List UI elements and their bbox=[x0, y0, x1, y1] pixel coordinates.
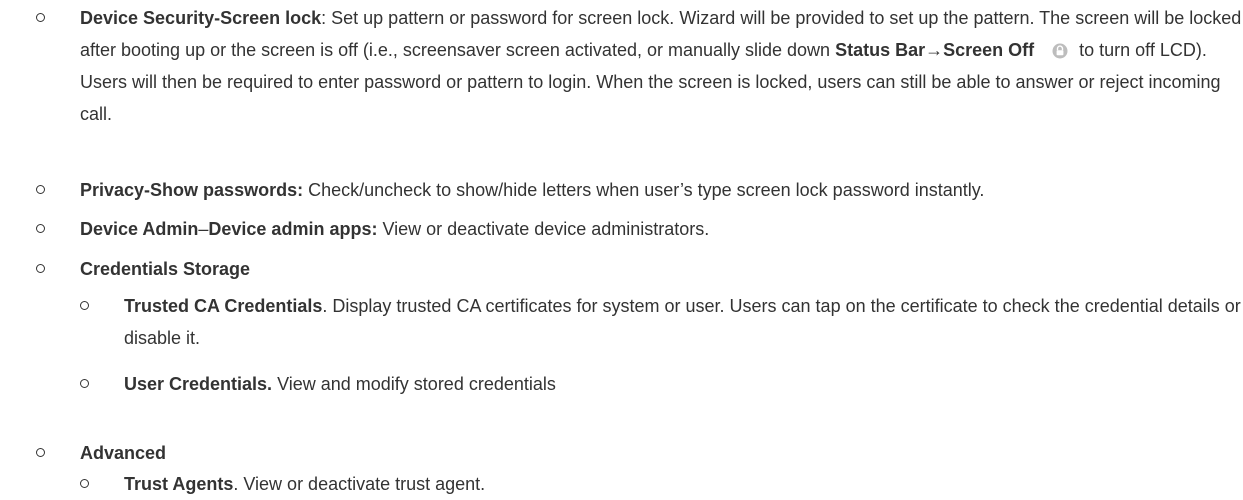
list-item-credentials-storage: Credentials Storage bbox=[36, 253, 1243, 285]
item-label: Device Admin bbox=[80, 219, 199, 239]
item-label-second: Device admin apps: bbox=[208, 219, 378, 239]
circle-bullet-icon bbox=[80, 379, 89, 388]
list-item-user-credentials: User Credentials. View and modify stored… bbox=[80, 368, 1243, 400]
item-text: View or deactivate device administrators… bbox=[377, 219, 710, 239]
list-item-device-admin: Device Admin–Device admin apps: View or … bbox=[36, 213, 1243, 245]
item-label: Trusted CA Credentials bbox=[124, 296, 323, 316]
circle-bullet-icon bbox=[36, 264, 45, 273]
item-label: Trust Agents bbox=[124, 474, 234, 494]
list-item-advanced: Advanced bbox=[36, 437, 1243, 469]
list-item-show-passwords: Privacy-Show passwords: Check/uncheck to… bbox=[36, 174, 1243, 206]
item-text: View and modify stored credentials bbox=[272, 374, 556, 394]
item-label: Device Security-Screen lock bbox=[80, 8, 322, 28]
item-bold-path: Status Bar→Screen Off bbox=[835, 40, 1035, 60]
lock-icon bbox=[1052, 37, 1068, 59]
list-item-trusted-ca: Trusted CA Credentials. Display trusted … bbox=[80, 290, 1243, 354]
document-body: Device Security-Screen lock: Set up patt… bbox=[0, 0, 1243, 497]
circle-bullet-icon bbox=[36, 13, 45, 22]
item-text: . View or deactivate trust agent. bbox=[233, 474, 486, 494]
circle-bullet-icon bbox=[36, 224, 45, 233]
circle-bullet-icon bbox=[80, 301, 89, 310]
item-label: Credentials Storage bbox=[80, 259, 251, 279]
item-dash: – bbox=[198, 219, 209, 239]
circle-bullet-icon bbox=[36, 448, 45, 457]
item-label: Advanced bbox=[80, 443, 167, 463]
list-item-screen-lock: Device Security-Screen lock: Set up patt… bbox=[36, 2, 1243, 130]
item-label: Privacy-Show passwords: bbox=[80, 180, 304, 200]
circle-bullet-icon bbox=[80, 479, 89, 488]
circle-bullet-icon bbox=[36, 185, 45, 194]
list-item-trust-agents: Trust Agents. View or deactivate trust a… bbox=[80, 468, 1243, 500]
item-label: User Credentials. bbox=[124, 374, 273, 394]
item-text: Check/uncheck to show/hide letters when … bbox=[303, 180, 985, 200]
